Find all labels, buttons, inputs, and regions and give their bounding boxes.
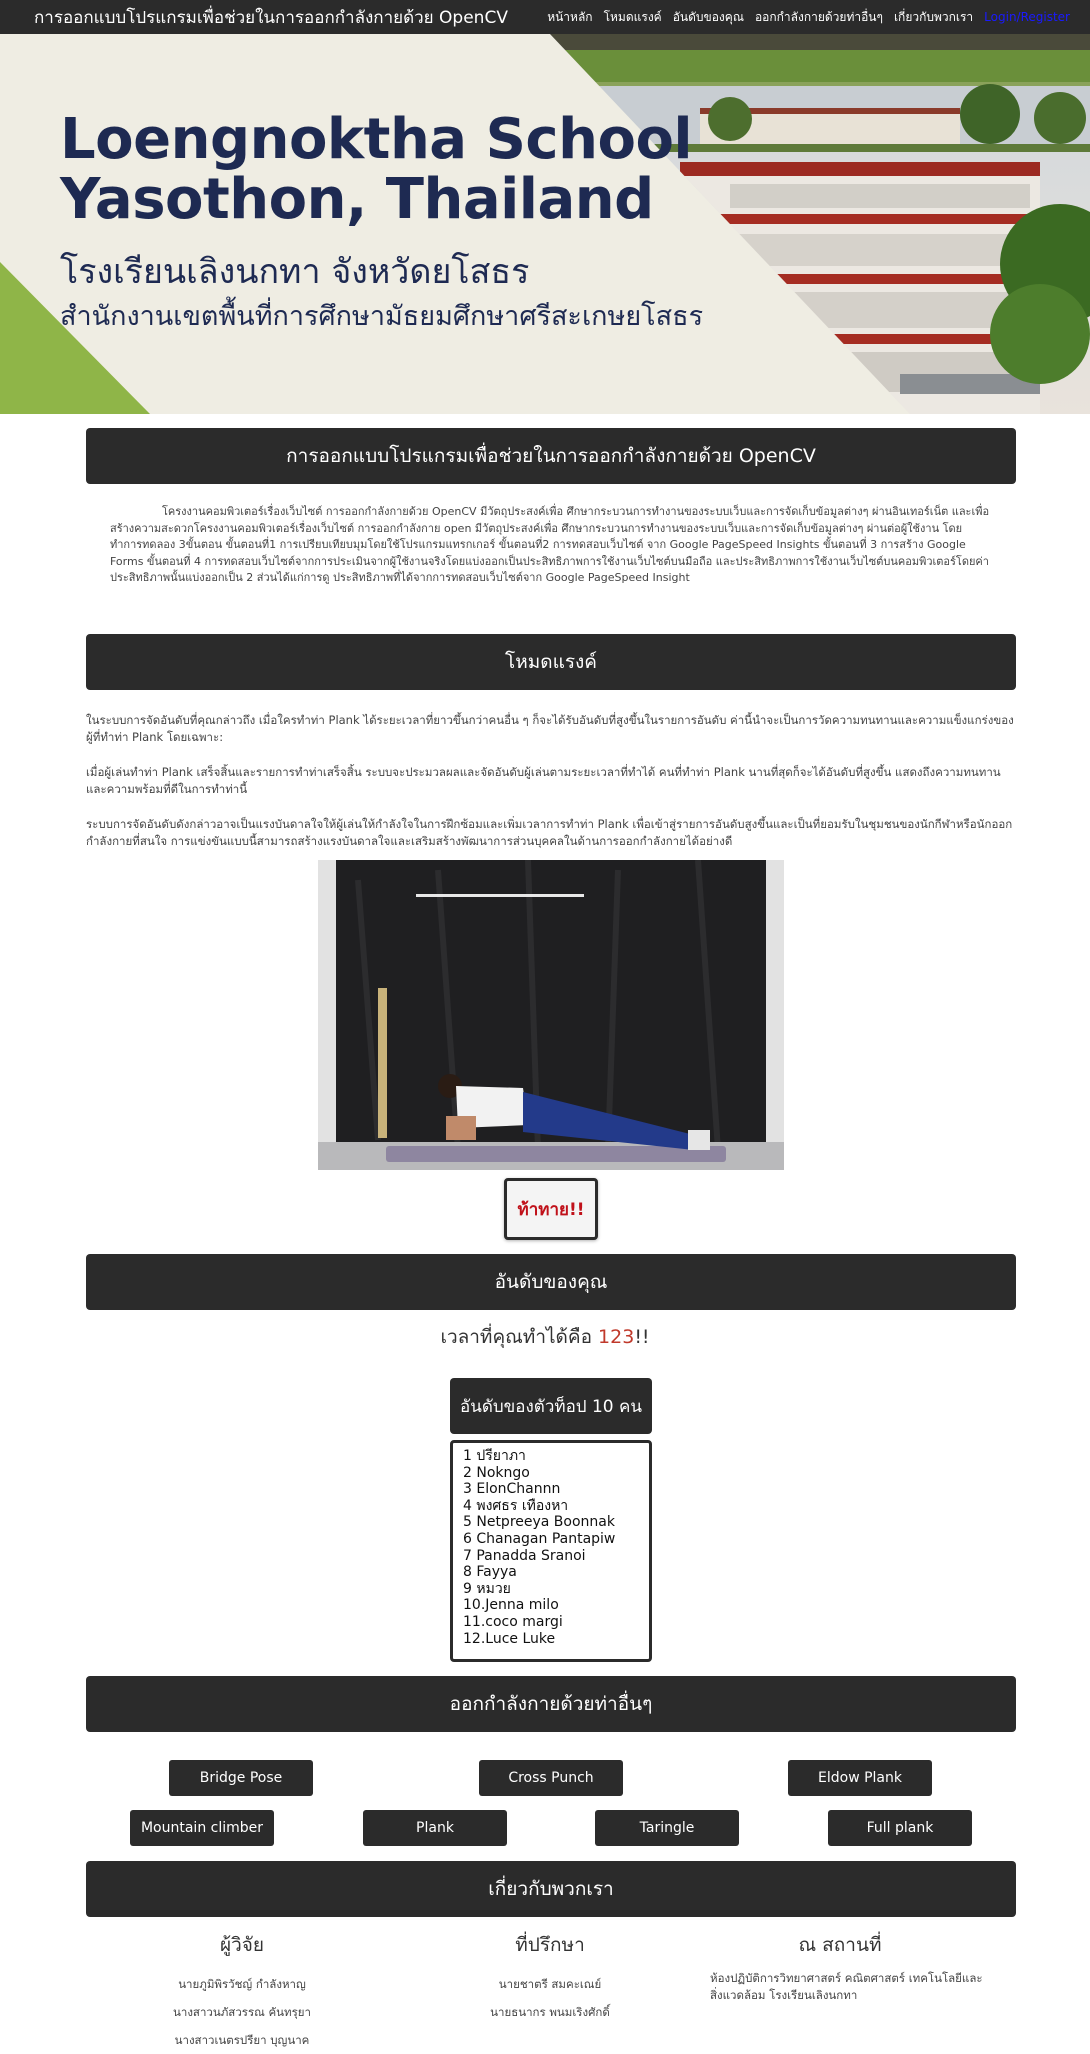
nav-rank-mode[interactable]: โหมดแรงค์ <box>604 8 662 27</box>
rank-paragraph-3: ระบบการจัดอันดับดังกล่าวอาจเป็นแรงบันดาล… <box>86 817 1013 848</box>
your-time-value: 123 <box>598 1326 635 1348</box>
mountain-climber-button[interactable]: Mountain climber <box>130 1810 274 1846</box>
nav-about[interactable]: เกี่ยวกับพวกเรา <box>894 8 973 27</box>
your-rank-heading-bar: อันดับของคุณ <box>86 1254 1016 1310</box>
triangle-button[interactable]: Taringle <box>595 1810 739 1846</box>
list-item: 6 Chanagan Pantapiw <box>463 1530 616 1547</box>
nav-links: หน้าหลัก โหมดแรงค์ อันดับของคุณ ออกกำลัง… <box>547 8 1070 27</box>
list-item: 8 Fayya <box>463 1564 517 1581</box>
list-item: 10.Jenna milo <box>463 1597 559 1614</box>
plank-exercise-photo <box>318 860 784 1170</box>
rank-mode-heading-bar: โหมดแรงค์ <box>86 634 1016 690</box>
researchers-column: ผู้วิจัย นายภูมิพิรวัชญ์ กำลังหาญ นางสาว… <box>92 1930 392 2054</box>
nav-your-rank[interactable]: อันดับของคุณ <box>673 8 744 27</box>
list-item: 11.coco margi <box>463 1613 563 1630</box>
researcher-name: นางสาวนภัสวรรณ คันทรุยา <box>173 2005 311 2019</box>
cross-punch-button[interactable]: Cross Punch <box>479 1760 623 1796</box>
list-item: 1 ปรียาภา <box>463 1448 526 1464</box>
list-item: 9 หมวย <box>463 1580 511 1597</box>
hero-title-line1: Loengnoktha School <box>60 107 693 172</box>
top-navbar: การออกแบบโปรแกรมเพื่อช่วยในการออกกำลังกา… <box>0 0 1090 34</box>
intro-paragraph: โครงงานคอมพิวเตอร์เรื่องเว็บไซต์ การออกก… <box>110 505 990 584</box>
intro-text: โครงงานคอมพิวเตอร์เรื่องเว็บไซต์ การออกก… <box>110 504 990 587</box>
hero-thai-school-name: โรงเรียนเลิงนกทา จังหวัดยโสธร <box>60 252 530 292</box>
rank-paragraph-2: เมื่อผู้เล่นทำท่า Plank เสร็จสิ้นและรายก… <box>86 765 1001 796</box>
bridge-pose-button[interactable]: Bridge Pose <box>169 1760 313 1796</box>
rank-paragraph-1: ในระบบการจัดอันดับที่คุณกล่าวถึง เมื่อใค… <box>86 713 1014 744</box>
advisors-column: ที่ปรึกษา นายชาตรี สมคะเณย์ นายธนากร พนม… <box>400 1930 700 2026</box>
challenge-button[interactable]: ท้าทาย!! <box>504 1178 598 1240</box>
advisor-name: นายชาตรี สมคะเณย์ <box>498 1977 602 1991</box>
advisor-name: นายธนากร พนมเริงศักดิ์ <box>490 2005 610 2019</box>
nav-login-register[interactable]: Login/Register <box>984 10 1070 24</box>
hero-banner: Loengnoktha School Yasothon, Thailand โร… <box>0 34 1090 414</box>
plank-button[interactable]: Plank <box>363 1810 507 1846</box>
list-item: 12.Luce Luke <box>463 1630 556 1647</box>
hero-title-line2: Yasothon, Thailand <box>60 167 654 233</box>
your-time-prefix: เวลาที่คุณทำได้คือ <box>440 1326 592 1348</box>
nav-home[interactable]: หน้าหลัก <box>547 8 592 27</box>
hero-title: Loengnoktha School Yasothon, Thailand <box>60 107 693 233</box>
researcher-name: นางสาวเนตรปรียา บุญนาค <box>174 2033 310 2047</box>
your-time-line: เวลาที่คุณทำได้คือ 123!! <box>0 1322 1090 1352</box>
location-title: ณ สถานที่ <box>798 1934 882 1956</box>
site-brand[interactable]: การออกแบบโปรแกรมเพื่อช่วยในการออกกำลังกา… <box>34 4 508 31</box>
about-heading-bar: เกี่ยวกับพวกเรา <box>86 1861 1016 1917</box>
researchers-title: ผู้วิจัย <box>219 1934 265 1956</box>
top10-list: 1 ปรียาภา 2 Nokngo 3 ElonChannn 4 พงศธร … <box>450 1440 652 1662</box>
your-time-suffix: !! <box>634 1326 650 1348</box>
location-column: ณ สถานที่ ห้องปฏิบัติการวิทยาศาสตร์ คณิต… <box>690 1930 990 2004</box>
list-item: 2 Nokngo <box>463 1464 530 1481</box>
exercises-heading-bar: ออกกำลังกายด้วยท่าอื่นๆ <box>86 1676 1016 1732</box>
researcher-name: นายภูมิพิรวัชญ์ กำลังหาญ <box>178 1977 306 1991</box>
hero-thai-office-name: สำนักงานเขตพื้นที่การศึกษามัธยมศึกษาศรีส… <box>60 301 704 332</box>
full-plank-button[interactable]: Full plank <box>828 1810 972 1846</box>
list-item: 4 พงศธร เทืองหา <box>463 1497 569 1514</box>
intro-heading-bar: การออกแบบโปรแกรมเพื่อช่วยในการออกกำลังกา… <box>86 428 1016 484</box>
list-item: 5 Netpreeya Boonnak <box>463 1514 615 1531</box>
top10-heading: อันดับของตัวท็อป 10 คน <box>450 1378 652 1434</box>
nav-other-exercises[interactable]: ออกกำลังกายด้วยท่าอื่นๆ <box>755 8 883 27</box>
advisors-title: ที่ปรึกษา <box>515 1934 585 1956</box>
list-item: 7 Panadda Sranoi <box>463 1547 586 1564</box>
location-text: ห้องปฏิบัติการวิทยาศาสตร์ คณิตศาสตร์ เทค… <box>710 1971 983 2002</box>
list-item: 3 ElonChannn <box>463 1481 561 1498</box>
elbow-plank-button[interactable]: Eldow Plank <box>788 1760 932 1796</box>
